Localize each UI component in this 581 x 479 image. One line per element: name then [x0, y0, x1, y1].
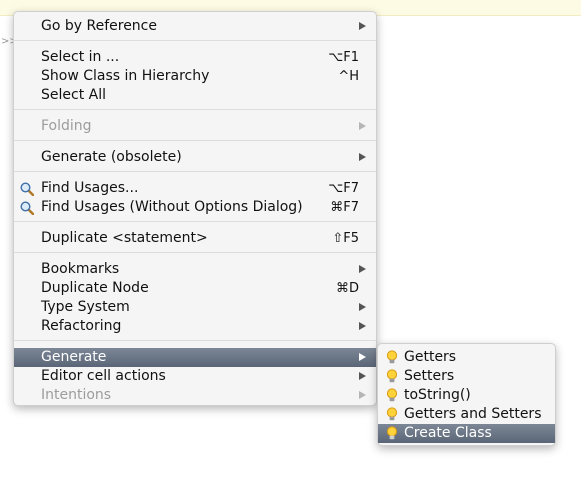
menu-item-type-system[interactable]: Type System: [14, 298, 376, 317]
submenu-item-create-class[interactable]: Create Class: [378, 424, 555, 443]
submenu-arrow-icon: [359, 391, 366, 399]
lightbulb-icon: [386, 369, 398, 383]
menu-item-select-all[interactable]: Select All: [14, 86, 376, 105]
menu-item-shortcut: ^H: [338, 69, 359, 84]
lightbulb-icon: [386, 388, 398, 402]
submenu-item-getters[interactable]: Getters: [378, 348, 555, 367]
menu-item-label: Find Usages...: [41, 180, 139, 196]
submenu-item-label: Setters: [404, 368, 455, 384]
submenu-arrow-icon: [359, 353, 366, 361]
submenu-item-setters[interactable]: Setters: [378, 367, 555, 386]
lightbulb-icon: [386, 407, 398, 421]
menu-item-label: Duplicate <statement>: [41, 230, 208, 246]
menu-item-go-by-reference[interactable]: Go by Reference: [14, 17, 376, 36]
submenu-item-tostring[interactable]: toString(): [378, 386, 555, 405]
menu-item-bookmarks[interactable]: Bookmarks: [14, 260, 376, 279]
menu-item-label: Editor cell actions: [41, 368, 166, 384]
menu-item-label: Folding: [41, 118, 92, 134]
menu-item-select-in[interactable]: Select in ... ⌥F1: [14, 48, 376, 67]
menu-item-find-usages-without-dialog[interactable]: Find Usages (Without Options Dialog) ⌘F7: [14, 198, 376, 217]
menu-separator: [14, 252, 376, 253]
submenu-arrow-icon: [359, 153, 366, 161]
submenu-item-label: Getters: [404, 349, 457, 365]
submenu-arrow-icon: [359, 322, 366, 330]
menu-item-intentions: Intentions: [14, 386, 376, 405]
context-menu: Go by Reference Select in ... ⌥F1 Show C…: [13, 11, 377, 406]
menu-separator: [14, 340, 376, 341]
menu-item-label: Bookmarks: [41, 261, 120, 277]
menu-item-label: Go by Reference: [41, 18, 157, 34]
menu-item-label: Generate: [41, 349, 107, 365]
menu-separator: [14, 221, 376, 222]
menu-separator: [14, 171, 376, 172]
menu-item-editor-cell-actions[interactable]: Editor cell actions: [14, 367, 376, 386]
menu-item-generate-obsolete[interactable]: Generate (obsolete): [14, 148, 376, 167]
menu-separator: [14, 109, 376, 110]
submenu-item-getters-and-setters[interactable]: Getters and Setters: [378, 405, 555, 424]
magnifier-icon: [20, 201, 34, 215]
submenu-arrow-icon: [359, 372, 366, 380]
submenu-item-label: Create Class: [404, 425, 492, 441]
submenu-arrow-icon: [359, 303, 366, 311]
menu-item-label: Select All: [41, 87, 106, 103]
menu-item-duplicate-statement[interactable]: Duplicate <statement> ⇧F5: [14, 229, 376, 248]
magnifier-icon: [20, 182, 34, 196]
menu-separator: [14, 40, 376, 41]
submenu-arrow-icon: [359, 122, 366, 130]
menu-item-folding: Folding: [14, 117, 376, 136]
menu-separator: [14, 140, 376, 141]
submenu-item-label: Getters and Setters: [404, 406, 542, 422]
menu-item-refactoring[interactable]: Refactoring: [14, 317, 376, 336]
lightbulb-icon: [386, 426, 398, 440]
menu-item-shortcut: ⌥F7: [328, 181, 359, 196]
menu-item-shortcut: ⌘F7: [330, 200, 359, 215]
menu-item-label: Type System: [41, 299, 130, 315]
menu-item-label: Duplicate Node: [41, 280, 149, 296]
submenu-arrow-icon: [359, 22, 366, 30]
submenu-item-label: toString(): [404, 387, 471, 403]
menu-item-find-usages[interactable]: Find Usages... ⌥F7: [14, 179, 376, 198]
menu-item-show-class-in-hierarchy[interactable]: Show Class in Hierarchy ^H: [14, 67, 376, 86]
lightbulb-icon: [386, 350, 398, 364]
menu-item-label: Generate (obsolete): [41, 149, 182, 165]
menu-item-label: Select in ...: [41, 49, 120, 65]
generate-submenu: Getters Setters toString() Getters and S…: [377, 343, 556, 446]
menu-item-label: Find Usages (Without Options Dialog): [41, 199, 303, 215]
menu-item-duplicate-node[interactable]: Duplicate Node ⌘D: [14, 279, 376, 298]
menu-item-generate[interactable]: Generate: [14, 348, 376, 367]
menu-item-shortcut: ⌘D: [335, 281, 359, 296]
menu-item-label: Refactoring: [41, 318, 122, 334]
menu-item-label: Show Class in Hierarchy: [41, 68, 210, 84]
menu-item-shortcut: ⌥F1: [328, 50, 359, 65]
menu-item-shortcut: ⇧F5: [332, 231, 359, 246]
submenu-arrow-icon: [359, 265, 366, 273]
menu-item-label: Intentions: [41, 387, 112, 403]
